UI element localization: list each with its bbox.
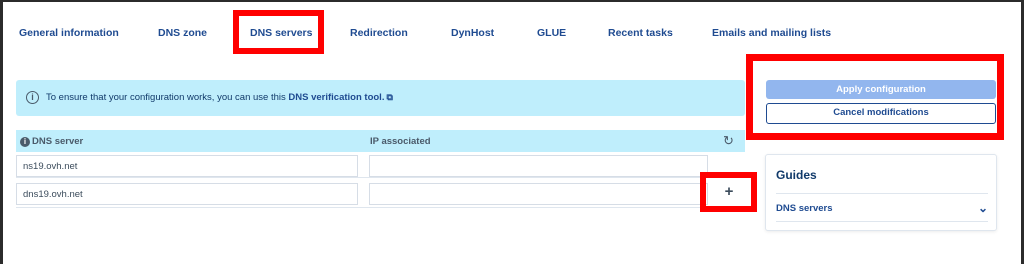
dns-verification-tool-link[interactable]: DNS verification tool. ⧉ [288,92,393,103]
apply-configuration-button[interactable]: Apply configuration [766,80,996,99]
header-dns-server: i DNS server [20,136,83,147]
info-text: To ensure that your configuration works,… [46,92,393,103]
table-row: dns19.ovh.net [16,180,745,208]
tab-recent-tasks[interactable]: Recent tasks [608,27,673,39]
tab-dns-zone[interactable]: DNS zone [158,27,207,39]
highlight-box-dns-servers-tab [233,10,324,54]
tab-bar: General information DNS zone DNS servers… [0,0,1024,60]
external-link-icon: ⧉ [386,92,393,102]
ip-associated-field[interactable] [369,183,708,205]
dns-verification-tool-link-label: DNS verification tool. [288,92,385,103]
tab-redirection[interactable]: Redirection [350,27,408,39]
add-dns-server-button[interactable]: + [716,181,742,203]
divider [776,193,988,194]
dns-server-field[interactable]: ns19.ovh.net [16,155,358,177]
info-icon: i [26,91,39,104]
dns-table-header: i DNS server IP associated ↻ [16,130,745,152]
chevron-down-icon: ⌄ [977,201,988,215]
guides-title: Guides [776,168,817,182]
info-icon: i [20,137,30,147]
header-dns-server-label: DNS server [32,136,84,147]
header-ip-associated: IP associated [370,136,431,147]
dns-server-field[interactable]: dns19.ovh.net [16,183,358,205]
tab-general-information[interactable]: General information [19,27,119,39]
cancel-modifications-button[interactable]: Cancel modifications [766,103,996,124]
divider [776,221,988,222]
refresh-icon[interactable]: ↻ [723,133,734,149]
info-banner: i To ensure that your configuration work… [16,80,745,116]
info-message: To ensure that your configuration works,… [46,92,286,103]
ip-associated-field[interactable] [369,155,708,177]
table-row: ns19.ovh.net [16,152,745,178]
tab-dynhost[interactable]: DynHost [451,27,494,39]
tab-glue[interactable]: GLUE [537,27,566,39]
guides-item-label: DNS servers [776,203,833,214]
guides-panel: Guides DNS servers ⌄ [765,154,997,231]
guides-item-dns-servers[interactable]: DNS servers ⌄ [776,201,988,217]
tab-emails-and-mailing-lists[interactable]: Emails and mailing lists [712,27,831,39]
